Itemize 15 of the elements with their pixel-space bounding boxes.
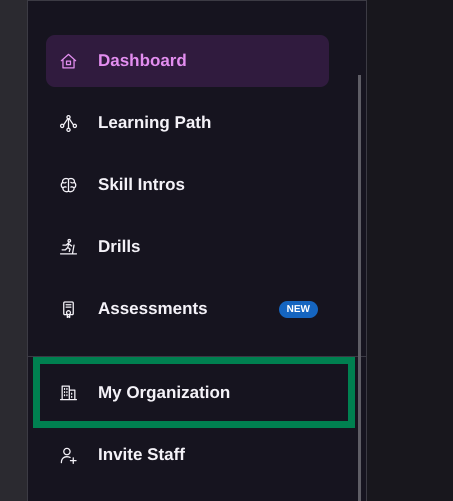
nodes-icon	[59, 114, 78, 132]
add-user-icon	[59, 446, 78, 464]
scrollbar[interactable]	[358, 75, 361, 501]
nav-item[interactable]: My Organization	[33, 357, 355, 428]
house-icon	[59, 52, 78, 70]
nav-item[interactable]: Assessments NEW	[46, 283, 329, 335]
new-badge: NEW	[278, 300, 318, 318]
nav-item[interactable]: Invite Staff	[46, 429, 329, 481]
building-icon	[59, 383, 78, 402]
runner-icon	[59, 238, 78, 256]
nav-item[interactable]: Skill Intros	[46, 159, 329, 211]
nav-item[interactable]: Drills	[46, 221, 329, 273]
nav-item[interactable]: Dashboard	[46, 35, 329, 87]
brain-icon	[59, 176, 78, 194]
nav-item[interactable]: Learning Path	[46, 97, 329, 149]
